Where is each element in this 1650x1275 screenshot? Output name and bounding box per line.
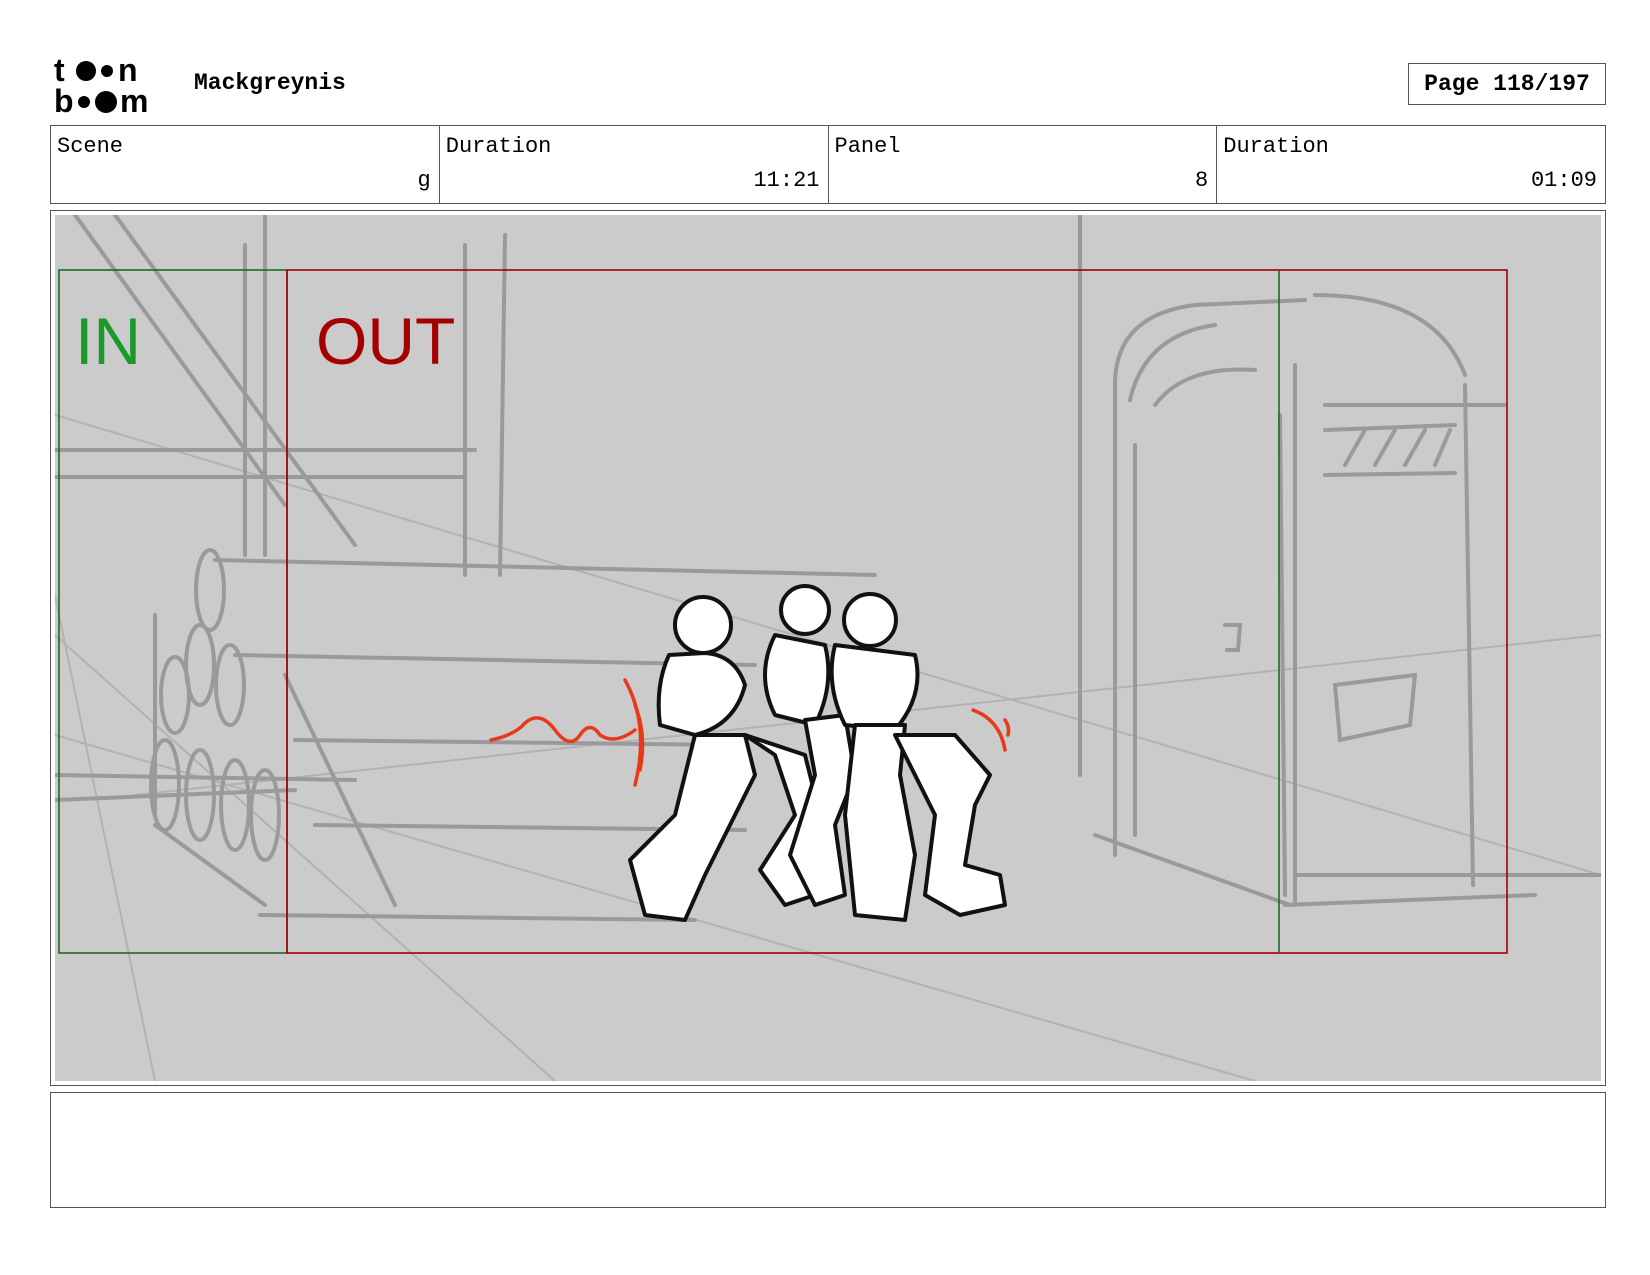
in-frame-label: IN (75, 304, 141, 378)
scene-value: g (417, 168, 431, 193)
panel-info-row: Scene g Duration 11:21 Panel 8 Duration … (50, 125, 1606, 204)
scene-duration-label: Duration (445, 134, 552, 159)
scene-duration-cell: Duration 11:21 (440, 126, 829, 203)
toon-boom-logo: t n b m (54, 54, 170, 116)
panel-cell: Panel 8 (829, 126, 1218, 203)
out-frame-label: OUT (316, 304, 456, 378)
scene-label: Scene (57, 134, 124, 159)
panel-duration-label: Duration (1223, 134, 1329, 159)
panel-duration-cell: Duration 01:09 (1217, 126, 1605, 203)
scene-cell: Scene g (51, 126, 440, 203)
scene-duration-value: 11:21 (753, 168, 820, 193)
panel-sketch (55, 215, 1601, 1081)
panel-value: 8 (1195, 168, 1209, 193)
storyboard-panel-image: IN OUT (55, 215, 1601, 1081)
panel-duration-value: 01:09 (1530, 168, 1597, 193)
toon-boom-logo-icon: t n b m (54, 54, 148, 116)
svg-text:m: m (120, 83, 148, 116)
project-title: Mackgreynis (194, 70, 346, 96)
svg-text:b: b (54, 83, 74, 116)
panel-notes-box (50, 1092, 1606, 1208)
panel-label: Panel (834, 134, 901, 159)
page-number: Page 118/197 (1408, 63, 1606, 105)
